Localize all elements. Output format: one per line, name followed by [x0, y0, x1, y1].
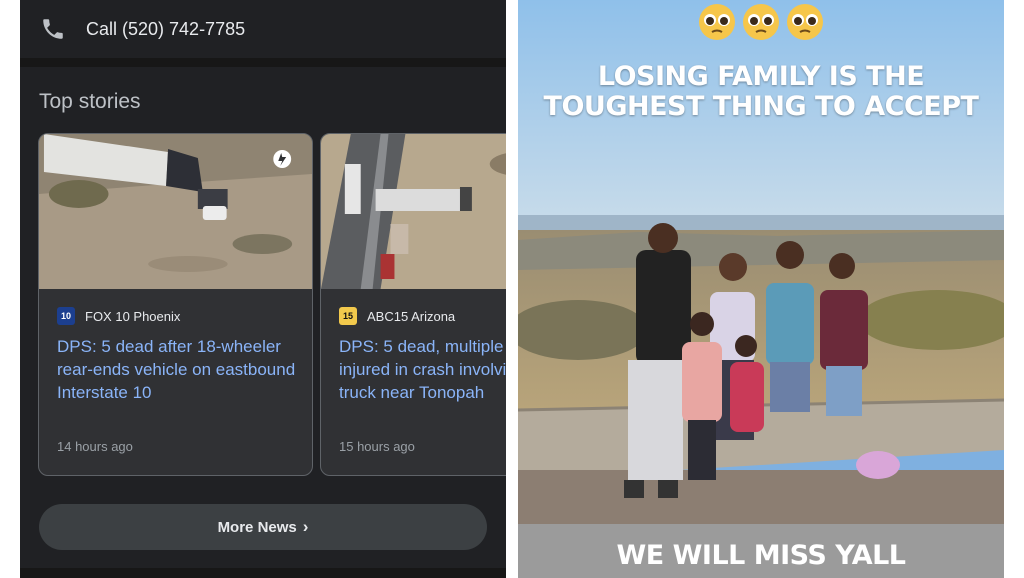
divider: [20, 568, 506, 578]
pleading-face-icon: [787, 4, 823, 40]
pleading-face-icon: [699, 4, 735, 40]
call-row[interactable]: Call (520) 742-7785: [20, 0, 506, 58]
abc15-logo: 15: [339, 307, 357, 325]
chevron-right-icon: ›: [302, 517, 309, 536]
news-card[interactable]: 15 ABC15 Arizona DPS: 5 dead, multiple o…: [320, 133, 506, 476]
more-news-button[interactable]: More News ›: [39, 504, 487, 550]
phone-icon: [43, 19, 63, 39]
fox10-logo: 10: [57, 307, 75, 325]
caption-line-2: TOUGHEST THING TO ACCEPT: [543, 91, 979, 122]
news-headline-link[interactable]: DPS: 5 dead, multiple others injured in …: [339, 335, 506, 404]
photo-post: LOSING FAMILY IS THE TOUGHEST THING TO A…: [518, 0, 1004, 578]
post-caption-top: LOSING FAMILY IS THE TOUGHEST THING TO A…: [518, 62, 1004, 122]
news-source: 15 ABC15 Arizona: [339, 307, 455, 325]
news-headline-link[interactable]: DPS: 5 dead after 18-wheeler rear-ends v…: [57, 335, 297, 404]
divider: [20, 58, 506, 67]
news-source: 10 FOX 10 Phoenix: [57, 307, 180, 325]
caption-line-1: LOSING FAMILY IS THE: [597, 61, 925, 92]
news-time: 15 hours ago: [339, 439, 415, 454]
post-caption-bottom: WE WILL MISS YALL: [616, 540, 906, 571]
emoji-row: [518, 2, 1004, 42]
news-time: 14 hours ago: [57, 439, 133, 454]
news-thumbnail: [321, 134, 506, 289]
source-name: ABC15 Arizona: [367, 308, 456, 324]
section-title: Top stories: [39, 90, 141, 113]
pleading-face-icon: [743, 4, 779, 40]
more-news-label: More News: [217, 518, 297, 536]
call-label: Call (520) 742-7785: [86, 18, 246, 39]
news-card[interactable]: 10 FOX 10 Phoenix DPS: 5 dead after 18-w…: [38, 133, 313, 476]
news-thumbnail: [39, 134, 312, 289]
source-name: FOX 10 Phoenix: [85, 308, 181, 324]
search-results-panel: Call (520) 742-7785 Top stories 10 FOX 1…: [20, 0, 506, 578]
